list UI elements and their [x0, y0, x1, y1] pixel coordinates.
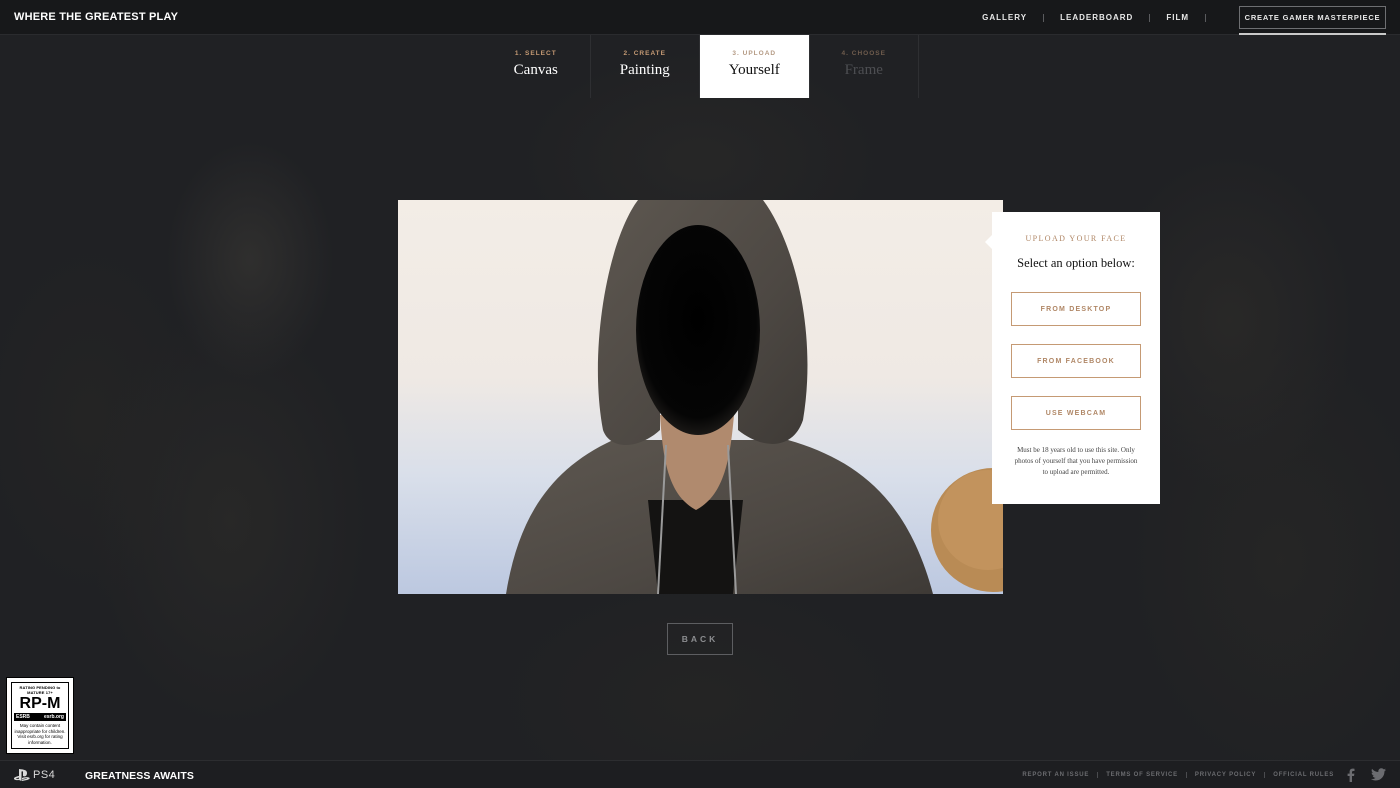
create-masterpiece-button[interactable]: CREATE GAMER MASTERPIECE	[1239, 6, 1386, 29]
panel-subtitle: Select an option below:	[1017, 256, 1135, 270]
esrb-strip: ESRB esrb.org	[14, 713, 66, 721]
age-disclaimer: Must be 18 years old to use this site. O…	[1014, 446, 1138, 476]
footer-divider	[1185, 772, 1187, 778]
step-name: Yourself	[728, 62, 780, 78]
step-number: 4. CHOOSE	[841, 50, 886, 57]
footer-tagline: GREATNESS AWAITS	[85, 770, 194, 782]
hooded-figure-painting	[506, 200, 1003, 594]
cta-underline	[1239, 33, 1386, 35]
step-number: 1. SELECT	[514, 50, 557, 57]
playstation-icon	[14, 769, 30, 781]
step-name: Frame	[844, 62, 883, 78]
main-nav: GALLERY LEADERBOARD FILM	[982, 0, 1222, 35]
step-progress: 1. SELECT Canvas 2. CREATE Painting 3. U…	[481, 35, 919, 98]
back-button[interactable]: BACK	[667, 623, 733, 655]
step-name: Canvas	[513, 62, 558, 78]
privacy-link[interactable]: PRIVACY POLICY	[1195, 772, 1256, 778]
site-logo[interactable]: WHERE THE GREATEST PLAY	[14, 11, 178, 23]
footer: PS4 GREATNESS AWAITS REPORT AN ISSUE TER…	[0, 760, 1400, 788]
report-issue-link[interactable]: REPORT AN ISSUE	[1022, 772, 1089, 778]
ps4-label: PS4	[33, 769, 56, 781]
footer-divider	[1264, 772, 1266, 778]
ps4-logo[interactable]: PS4	[14, 769, 55, 781]
step-choose-frame: 4. CHOOSE Frame	[810, 35, 919, 98]
official-rules-link[interactable]: OFFICIAL RULES	[1273, 772, 1334, 778]
twitter-icon[interactable]	[1371, 768, 1386, 781]
step-select-canvas[interactable]: 1. SELECT Canvas	[481, 35, 591, 98]
esrb-site: esrb.org	[43, 714, 64, 720]
step-upload-yourself[interactable]: 3. UPLOAD Yourself	[700, 35, 810, 98]
painting-canvas	[398, 200, 1003, 594]
rating-frame: RATING PENDING to MATURE 17+ RP-M ESRB e…	[11, 682, 69, 749]
rating-note: May contain content inappropriate for ch…	[14, 723, 66, 745]
nav-film[interactable]: FILM	[1166, 13, 1189, 22]
nav-gallery[interactable]: GALLERY	[982, 13, 1027, 22]
nav-leaderboard[interactable]: LEADERBOARD	[1060, 13, 1133, 22]
nav-divider	[1043, 13, 1045, 22]
panel-title: UPLOAD YOUR FACE	[1025, 234, 1127, 243]
step-number: 3. UPLOAD	[732, 50, 777, 57]
esrb-logo: ESRB	[16, 714, 30, 720]
step-number: 2. CREATE	[623, 50, 666, 57]
step-name: Painting	[619, 62, 670, 78]
footer-divider	[1097, 772, 1099, 778]
footer-links: REPORT AN ISSUE TERMS OF SERVICE PRIVACY…	[1022, 761, 1334, 788]
panel-pointer	[985, 235, 992, 249]
nav-divider	[1205, 13, 1206, 22]
terms-link[interactable]: TERMS OF SERVICE	[1106, 772, 1178, 778]
rating-code: RP-M	[19, 695, 61, 712]
esrb-rating-badge[interactable]: RATING PENDING to MATURE 17+ RP-M ESRB e…	[6, 677, 74, 754]
from-desktop-button[interactable]: FROM DESKTOP	[1011, 292, 1141, 326]
step-create-painting[interactable]: 2. CREATE Painting	[591, 35, 700, 98]
top-navigation-bar: WHERE THE GREATEST PLAY GALLERY LEADERBO…	[0, 0, 1400, 35]
upload-face-panel: UPLOAD YOUR FACE Select an option below:…	[985, 212, 1160, 504]
facebook-icon[interactable]	[1347, 768, 1355, 782]
use-webcam-button[interactable]: USE WEBCAM	[1011, 396, 1141, 430]
rating-header: RATING PENDING to MATURE 17+	[19, 685, 61, 695]
nav-divider	[1149, 13, 1151, 22]
from-facebook-button[interactable]: FROM FACEBOOK	[1011, 344, 1141, 378]
